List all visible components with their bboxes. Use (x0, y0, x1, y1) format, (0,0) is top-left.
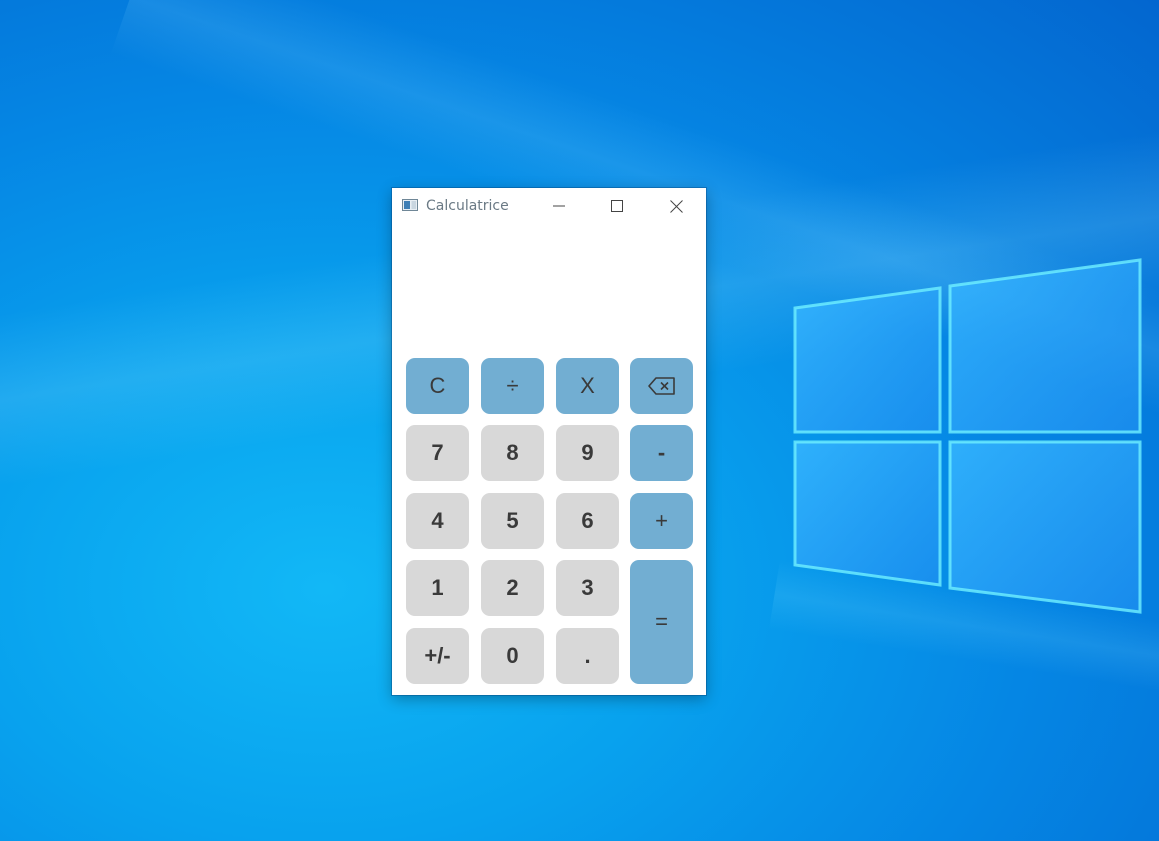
digit-6-button[interactable]: 6 (556, 493, 619, 549)
add-button[interactable]: + (630, 493, 693, 549)
decimal-button[interactable]: . (556, 628, 619, 684)
title-bar[interactable]: Calculatrice (392, 188, 706, 224)
digit-8-button[interactable]: 8 (481, 425, 544, 481)
digit-5-button[interactable]: 5 (481, 493, 544, 549)
digit-0-button[interactable]: 0 (481, 628, 544, 684)
minimize-icon (553, 205, 565, 207)
digit-7-button[interactable]: 7 (406, 425, 469, 481)
digit-4-button[interactable]: 4 (406, 493, 469, 549)
subtract-button[interactable]: - (630, 425, 693, 481)
minimize-button[interactable] (547, 196, 571, 216)
equals-button[interactable]: = (630, 560, 693, 684)
maximize-icon (611, 200, 623, 212)
backspace-icon (647, 377, 675, 395)
app-icon (402, 199, 418, 211)
backspace-button[interactable] (630, 358, 693, 414)
close-icon (669, 199, 683, 213)
windows-logo-wallpaper (793, 258, 1142, 614)
maximize-button[interactable] (605, 196, 629, 216)
multiply-button[interactable]: X (556, 358, 619, 414)
divide-button[interactable]: ÷ (481, 358, 544, 414)
digit-2-button[interactable]: 2 (481, 560, 544, 616)
clear-button[interactable]: C (406, 358, 469, 414)
digit-3-button[interactable]: 3 (556, 560, 619, 616)
window-title: Calculatrice (426, 198, 509, 214)
calculator-window: Calculatrice C ÷ X 7 8 9 - 4 5 6 + 1 2 3… (392, 188, 706, 695)
digit-1-button[interactable]: 1 (406, 560, 469, 616)
close-button[interactable] (664, 196, 688, 216)
result-display (404, 232, 694, 342)
digit-9-button[interactable]: 9 (556, 425, 619, 481)
desktop-background: Calculatrice C ÷ X 7 8 9 - 4 5 6 + 1 2 3… (0, 0, 1159, 841)
negate-button[interactable]: +/- (406, 628, 469, 684)
